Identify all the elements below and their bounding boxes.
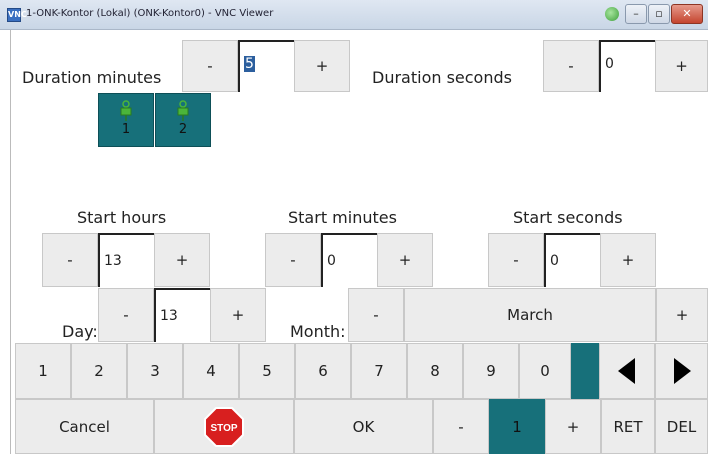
del-button[interactable]: DEL	[655, 399, 708, 454]
globe-icon	[605, 7, 619, 21]
start-minutes-value: 0	[327, 253, 336, 269]
day-label: Day:	[62, 322, 98, 341]
month-label: Month:	[290, 322, 346, 341]
window-title: 1-ONK-Kontor (Lokal) (ONK-Kontor0) - VNC…	[26, 8, 274, 19]
start-seconds-decrement-button[interactable]: -	[488, 233, 544, 287]
key-7[interactable]: 7	[351, 343, 407, 399]
close-button[interactable]: ✕	[671, 4, 703, 24]
channel-number: 1	[121, 122, 131, 137]
month-increment-button[interactable]: +	[656, 288, 708, 342]
day-value: 13	[160, 308, 178, 324]
start-minutes-field[interactable]: 0	[321, 233, 377, 287]
duration-minutes-field[interactable]: 5	[238, 40, 294, 92]
minimize-button[interactable]: –	[625, 4, 647, 24]
start-hours-decrement-button[interactable]: -	[42, 233, 98, 287]
cursor-left-button[interactable]	[599, 343, 655, 399]
page-increment-button[interactable]: +	[545, 399, 601, 454]
start-hours-increment-button[interactable]: +	[154, 233, 210, 287]
start-hours-value: 13	[104, 253, 122, 269]
duration-seconds-label: Duration seconds	[372, 68, 512, 87]
start-hours-label: Start hours	[77, 208, 167, 227]
page-decrement-button[interactable]: -	[433, 399, 489, 454]
cancel-button[interactable]: Cancel	[15, 399, 154, 454]
channel-number: 2	[178, 122, 188, 137]
channel-tile-2[interactable]: 2	[155, 93, 211, 147]
day-decrement-button[interactable]: -	[98, 288, 154, 342]
duration-seconds-decrement-button[interactable]: -	[543, 40, 599, 92]
cursor-indicator	[571, 343, 599, 399]
key-0[interactable]: 0	[519, 343, 571, 399]
channel-tile-1[interactable]: 1	[98, 93, 154, 147]
plug-icon	[120, 100, 132, 121]
key-9[interactable]: 9	[463, 343, 519, 399]
start-seconds-label: Start seconds	[513, 208, 623, 227]
month-decrement-button[interactable]: -	[348, 288, 404, 342]
duration-seconds-value: 0	[605, 56, 614, 72]
month-value[interactable]: March	[404, 288, 656, 342]
duration-minutes-label: Duration minutes	[22, 68, 162, 87]
start-hours-field[interactable]: 13	[98, 233, 154, 287]
start-seconds-value: 0	[550, 253, 559, 269]
duration-minutes-value: 5	[244, 56, 255, 72]
start-seconds-field[interactable]: 0	[544, 233, 600, 287]
page-value: 1	[489, 399, 545, 454]
maximize-button[interactable]: ▫	[648, 4, 670, 24]
cursor-right-button[interactable]	[655, 343, 708, 399]
duration-minutes-decrement-button[interactable]: -	[182, 40, 238, 92]
vnc-app-icon: VNC	[7, 8, 27, 22]
ret-button[interactable]: RET	[601, 399, 655, 454]
key-8[interactable]: 8	[407, 343, 463, 399]
key-4[interactable]: 4	[183, 343, 239, 399]
duration-seconds-increment-button[interactable]: +	[655, 40, 708, 92]
key-2[interactable]: 2	[71, 343, 127, 399]
stop-sign-text: STOP	[210, 423, 237, 434]
plug-icon	[177, 100, 189, 121]
stop-button[interactable]: STOP	[154, 399, 294, 454]
duration-seconds-field[interactable]: 0	[599, 40, 655, 92]
start-seconds-increment-button[interactable]: +	[600, 233, 656, 287]
ok-button[interactable]: OK	[294, 399, 433, 454]
start-minutes-increment-button[interactable]: +	[377, 233, 433, 287]
day-field[interactable]: 13	[154, 288, 210, 342]
stop-sign-icon: STOP	[204, 406, 244, 447]
start-minutes-decrement-button[interactable]: -	[265, 233, 321, 287]
duration-minutes-increment-button[interactable]: +	[294, 40, 350, 92]
key-1[interactable]: 1	[15, 343, 71, 399]
start-minutes-label: Start minutes	[288, 208, 397, 227]
triangle-left-icon	[618, 358, 635, 384]
triangle-right-icon	[673, 358, 691, 384]
day-increment-button[interactable]: +	[210, 288, 266, 342]
key-3[interactable]: 3	[127, 343, 183, 399]
key-5[interactable]: 5	[239, 343, 295, 399]
key-6[interactable]: 6	[295, 343, 351, 399]
